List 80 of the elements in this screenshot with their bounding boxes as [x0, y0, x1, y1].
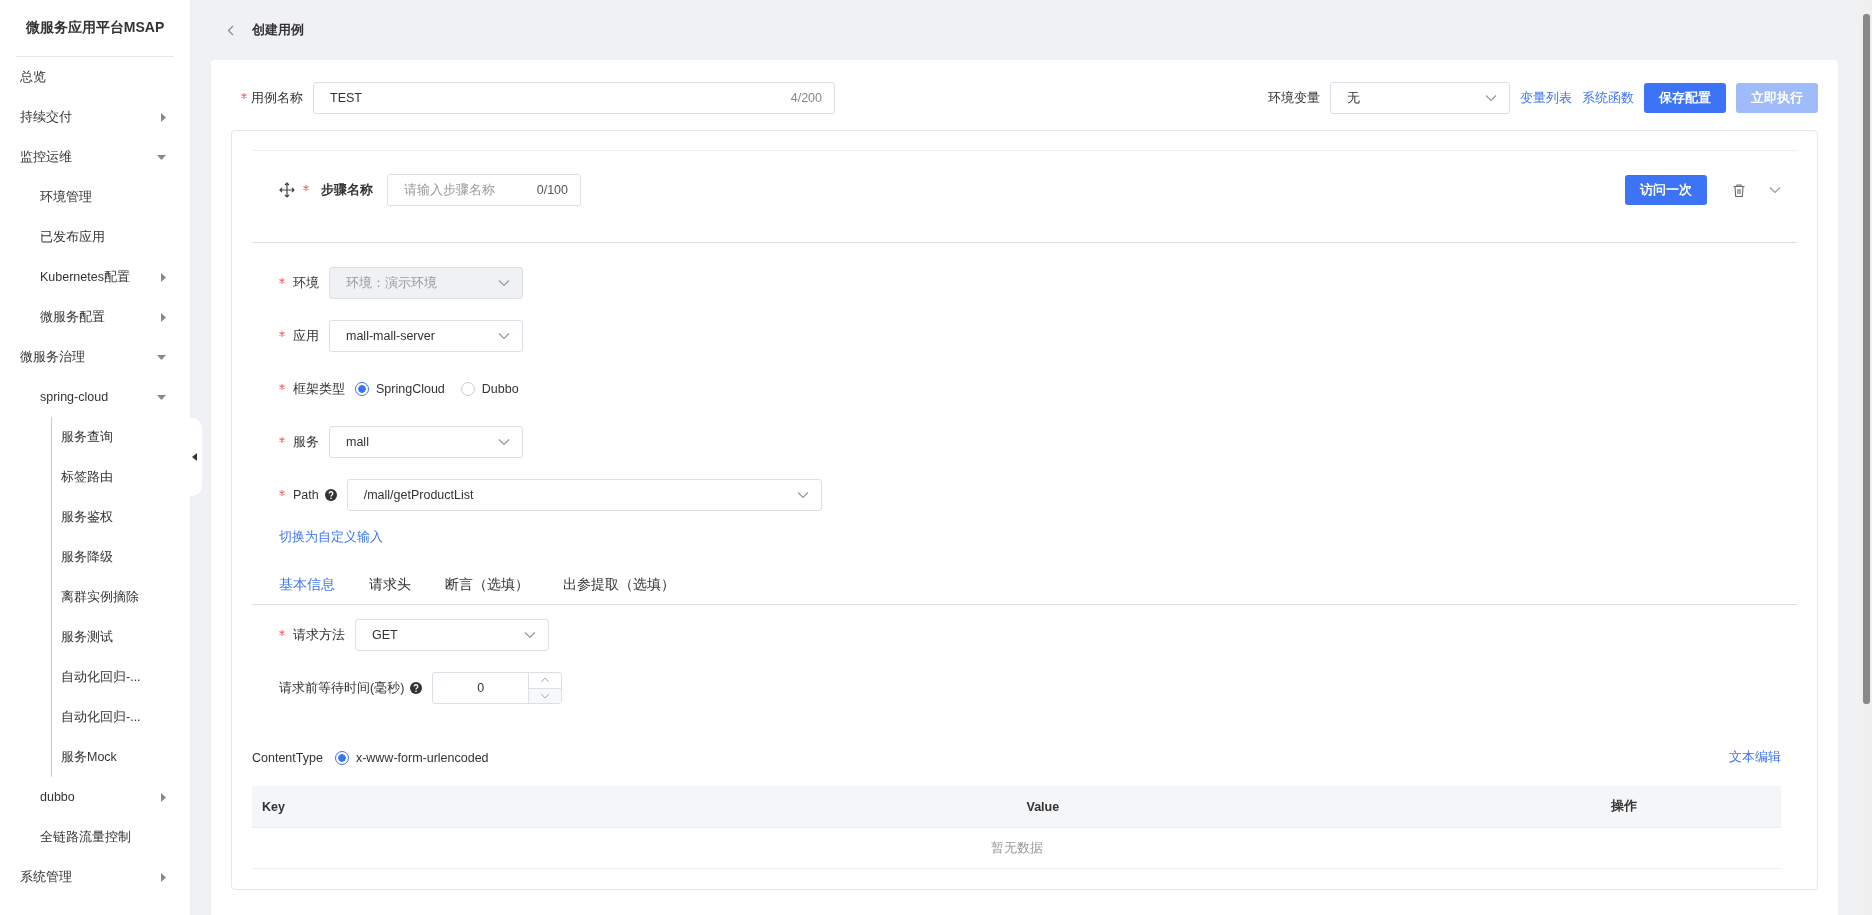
column-header: Value: [1026, 799, 1061, 814]
chevron-down-icon: [1485, 94, 1497, 102]
chevron-down-icon: [498, 332, 510, 340]
field-label: ContentType: [252, 750, 323, 765]
nav-item[interactable]: 系统管理: [0, 857, 190, 897]
chevron-down-icon: [540, 692, 551, 699]
tab[interactable]: 断言（选填）: [445, 576, 529, 604]
visit-button[interactable]: 访问一次: [1625, 175, 1707, 205]
caret-down-icon: [157, 154, 166, 160]
select-field[interactable]: mall-mall-server: [329, 320, 523, 352]
radio-option[interactable]: SpringCloud: [355, 382, 445, 396]
nav-item[interactable]: 总览: [0, 57, 190, 97]
move-icon[interactable]: [279, 182, 295, 198]
nav-item[interactable]: 微服务配置: [0, 297, 190, 337]
field-label: 环境变量: [1268, 89, 1320, 107]
method-select[interactable]: GET: [355, 619, 549, 651]
chevron-down-icon: [498, 438, 510, 446]
column-header: Key: [261, 799, 286, 814]
nav-item[interactable]: dubbo: [0, 777, 190, 817]
caret-right-icon: [161, 312, 166, 322]
nav-item[interactable]: 全链路流量控制: [0, 817, 190, 857]
back-icon[interactable]: [227, 24, 234, 36]
column-header: 操作: [1611, 798, 1638, 815]
field-label: 框架类型: [293, 380, 345, 398]
caret-right-icon: [161, 272, 166, 282]
chevron-down-icon: [524, 631, 536, 639]
nav-item[interactable]: 服务测试: [52, 617, 190, 657]
nav-item[interactable]: 离群实例摘除: [52, 577, 190, 617]
env-variable-select[interactable]: 无: [1330, 82, 1510, 114]
chevron-up-icon: [540, 677, 551, 684]
field-label: 用例名称: [251, 89, 303, 107]
text-edit-link[interactable]: 文本编辑: [1729, 749, 1781, 766]
field-label: 应用: [293, 327, 319, 345]
nav-item[interactable]: 已发布应用: [0, 217, 190, 257]
chevron-down-icon: [498, 279, 510, 287]
caret-down-icon: [157, 354, 166, 360]
caret-right-icon: [161, 792, 166, 802]
select-field[interactable]: /mall/getProductList: [346, 479, 822, 511]
case-name-input[interactable]: TEST 4/200: [313, 82, 835, 114]
nav-item[interactable]: spring-cloud: [0, 377, 190, 417]
action-button[interactable]: 保存配置: [1644, 83, 1726, 113]
nav-item[interactable]: 监控运维: [0, 137, 190, 177]
page-title: 创建用例: [252, 21, 304, 39]
chevron-down-icon: [796, 491, 809, 499]
caret-down-icon: [157, 394, 166, 400]
nav-item[interactable]: 微服务治理: [0, 337, 190, 377]
nav-item[interactable]: 服务降级: [52, 537, 190, 577]
nav-item[interactable]: 持续交付: [0, 97, 190, 137]
nav-item[interactable]: 服务查询: [52, 417, 190, 457]
trash-icon[interactable]: [1733, 183, 1745, 197]
field-label: 服务: [293, 433, 319, 451]
tab[interactable]: 基本信息: [279, 576, 335, 604]
number-input[interactable]: 0: [432, 672, 563, 704]
step-name-input[interactable]: 请输入步骤名称 0/100: [387, 174, 581, 206]
chevron-down-icon: [1769, 186, 1781, 194]
radio-option[interactable]: Dubbo: [460, 382, 519, 396]
switch-input-link[interactable]: 切换为自定义输入: [252, 529, 1797, 546]
field-label: Path: [293, 488, 319, 502]
radio-option[interactable]: x-www-form-urlencoded: [334, 750, 489, 765]
link[interactable]: 系统函数: [1582, 89, 1634, 107]
nav-item[interactable]: Kubernetes配置: [0, 257, 190, 297]
field-label: 请求前等待时间(毫秒): [279, 679, 405, 697]
select-field[interactable]: mall: [329, 426, 523, 458]
caret-right-icon: [161, 112, 166, 122]
nav-item[interactable]: 服务鉴权: [52, 497, 190, 537]
nav-item[interactable]: 自动化回归-...: [52, 697, 190, 737]
field-label: 请求方法: [293, 626, 345, 644]
tab[interactable]: 出参提取（选填）: [563, 576, 675, 604]
link[interactable]: 变量列表: [1520, 89, 1572, 107]
app-title: 微服务应用平台MSAP: [16, 0, 174, 57]
field-label: 环境: [293, 274, 319, 292]
empty-text: 暂无数据: [990, 839, 1043, 857]
nav-item[interactable]: 自动化回归-...: [52, 657, 190, 697]
nav-item[interactable]: 标签路由: [52, 457, 190, 497]
nav-item[interactable]: 服务Mock: [52, 737, 190, 777]
caret-right-icon: [161, 872, 166, 882]
nav-item[interactable]: 环境管理: [0, 177, 190, 217]
tab[interactable]: 请求头: [369, 576, 411, 604]
field-label: 步骤名称: [321, 181, 373, 199]
scrollbar[interactable]: [1860, 0, 1872, 915]
